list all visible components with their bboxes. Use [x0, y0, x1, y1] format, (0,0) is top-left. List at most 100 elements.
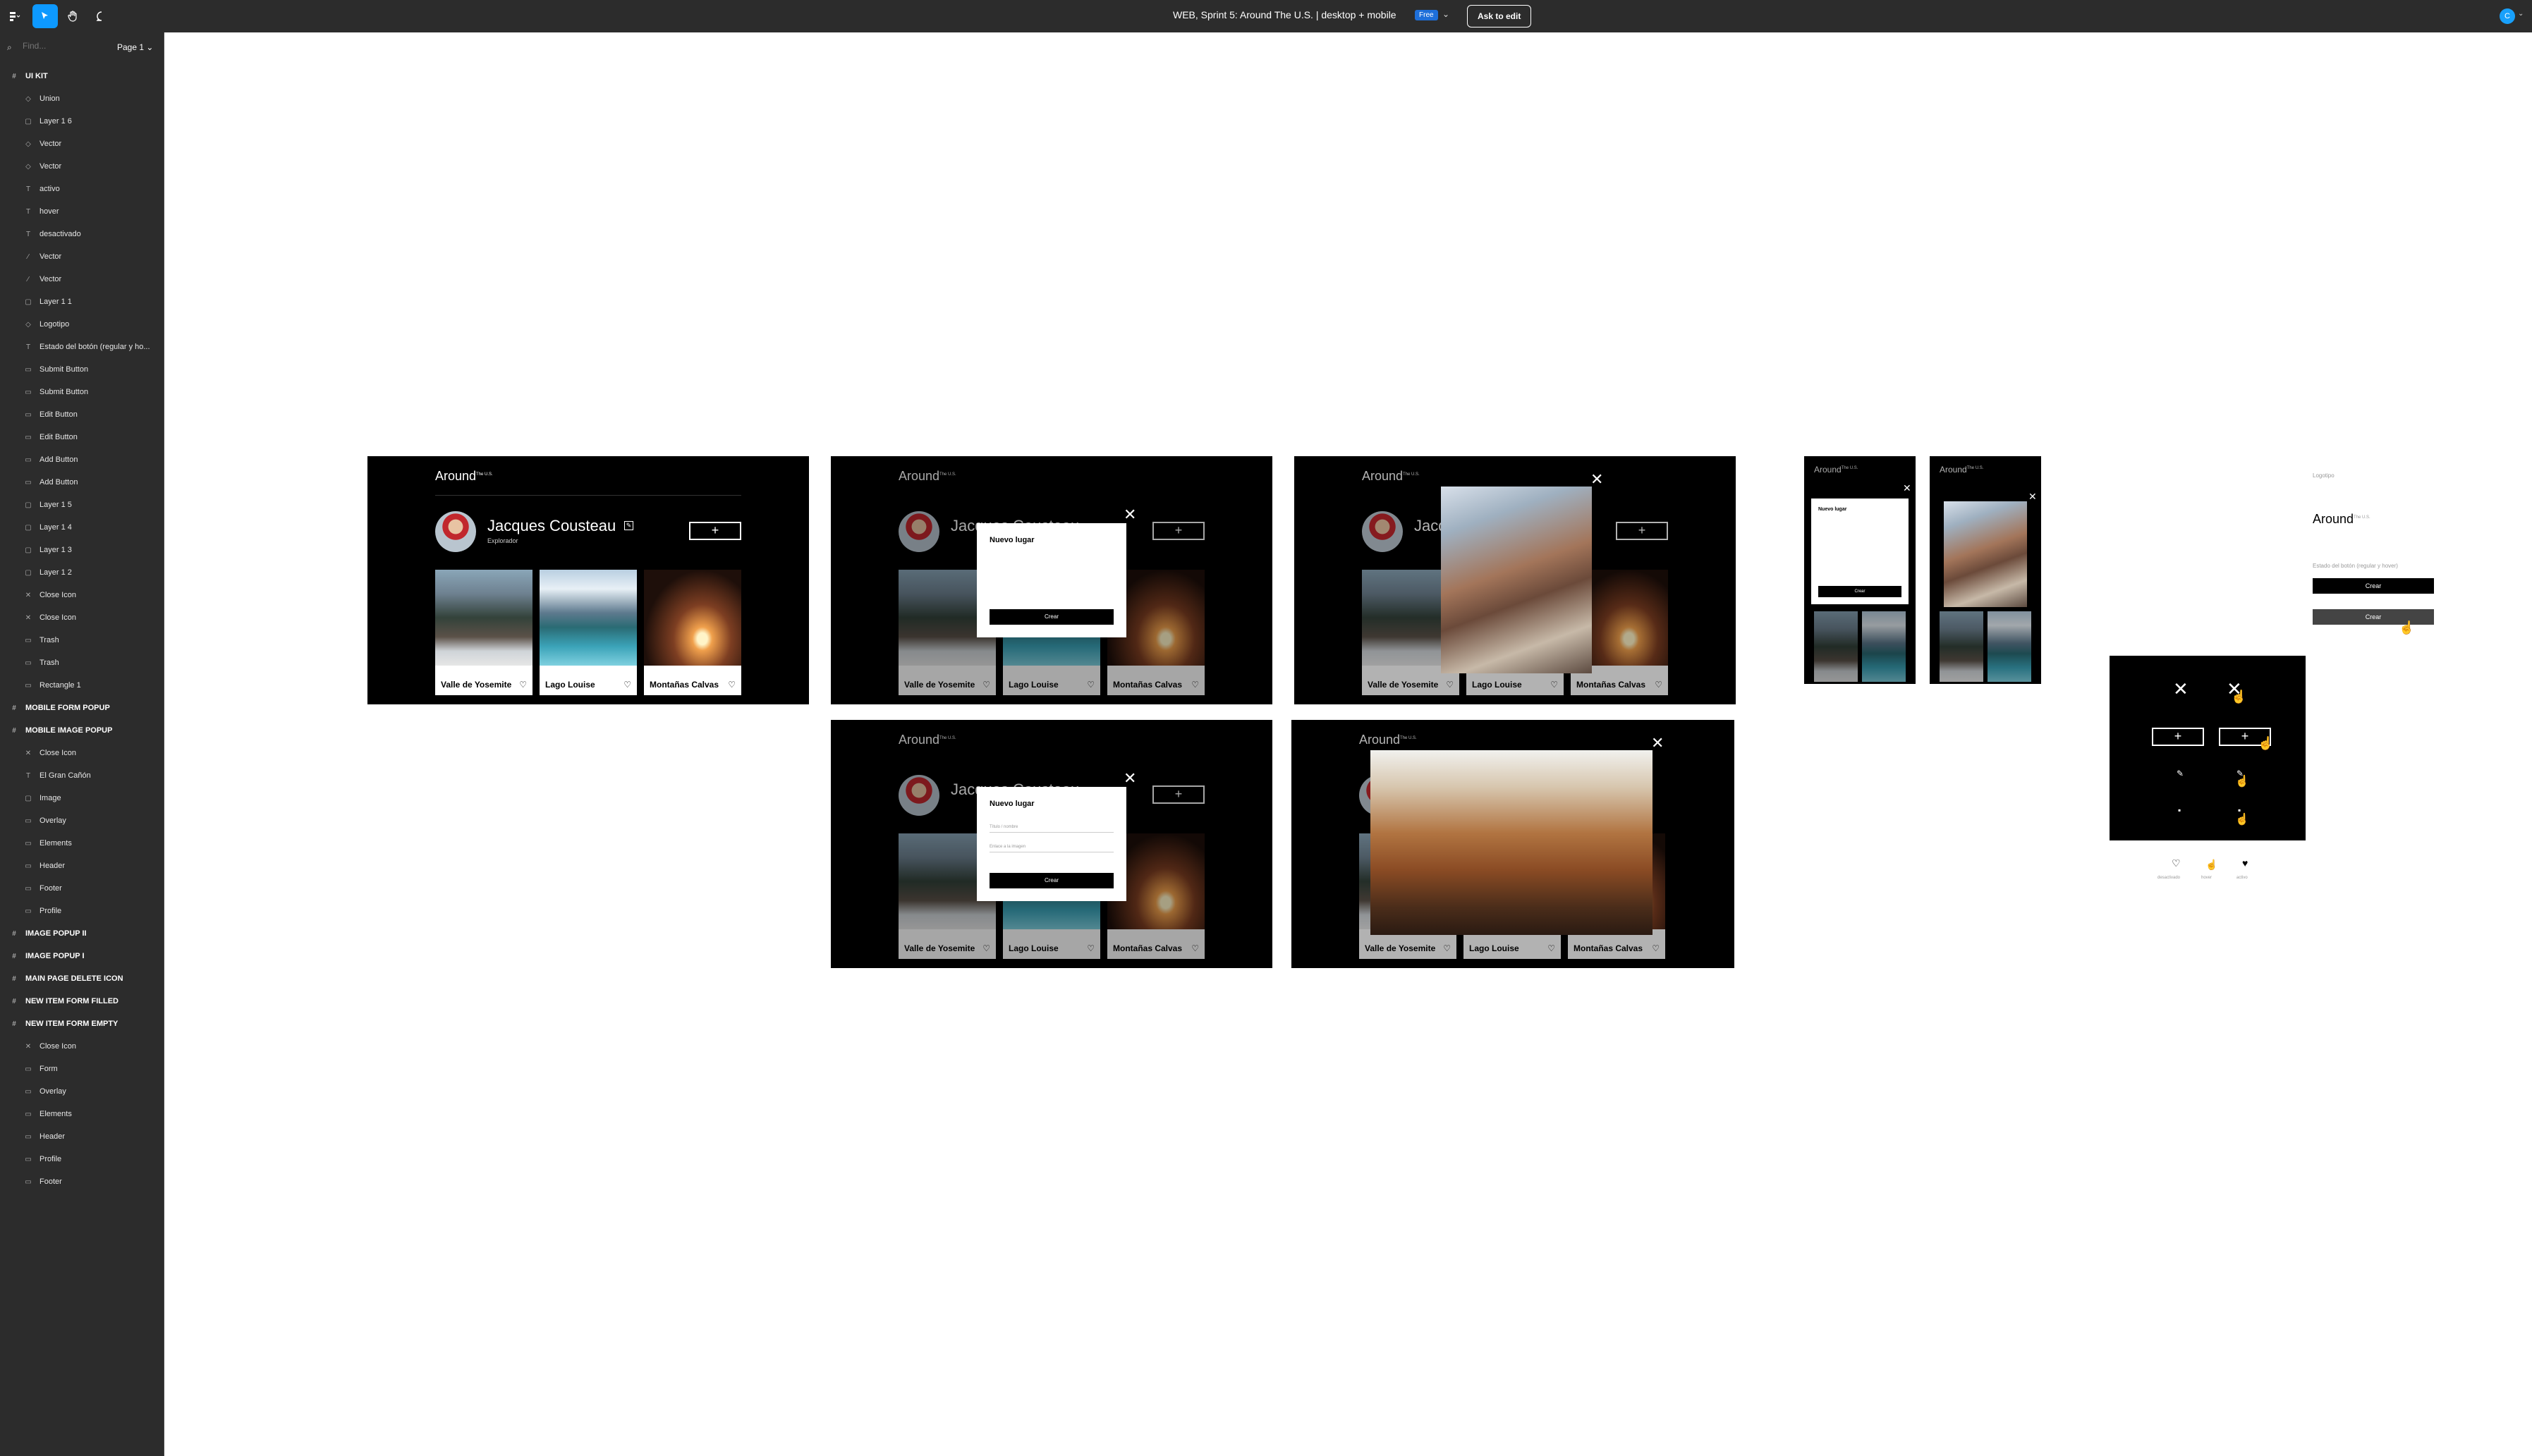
layer-label: Trash: [39, 636, 59, 644]
layer-item[interactable]: T El Gran Cañón: [0, 764, 164, 787]
layer-item[interactable]: ▭ Overlay: [0, 1080, 164, 1103]
new-item-form-empty-frame[interactable]: AroundThe U.S. Jacques Cousteau + Valle …: [831, 456, 1272, 704]
create-button[interactable]: Crear: [990, 609, 1114, 625]
layer-item[interactable]: # MAIN PAGE DELETE ICON: [0, 967, 164, 990]
layer-item[interactable]: ▭ Form: [0, 1058, 164, 1080]
layer-item[interactable]: Tdesactivado: [0, 223, 164, 245]
new-place-popup-filled[interactable]: Nuevo lugar Título / nombre Enlace a la …: [977, 787, 1126, 901]
ask-to-edit-button[interactable]: Ask to edit: [1467, 5, 1532, 27]
layer-item[interactable]: ▭ Profile: [0, 900, 164, 922]
layer-item[interactable]: # MOBILE IMAGE POPUP: [0, 719, 164, 742]
layer-item[interactable]: ▭ Header: [0, 855, 164, 877]
layer-item[interactable]: ▢ Layer 1 2: [0, 561, 164, 584]
layer-item[interactable]: ▭ Profile: [0, 1148, 164, 1170]
heart-icon[interactable]: ♡: [623, 680, 631, 690]
layer-item[interactable]: # IMAGE POPUP II: [0, 922, 164, 945]
layer-item[interactable]: ▭ Submit Button: [0, 358, 164, 381]
around-logo: AroundThe U.S.: [435, 469, 493, 483]
layer-item[interactable]: ▭ Trash: [0, 651, 164, 674]
close-icon[interactable]: ✕: [1124, 507, 1136, 522]
layer-item[interactable]: ▭ Footer: [0, 877, 164, 900]
layer-item[interactable]: ▢ Layer 1 4: [0, 516, 164, 539]
card-montanas-calvas[interactable]: Montañas Calvas ♡: [644, 570, 741, 695]
layer-item[interactable]: ▭ Edit Button: [0, 426, 164, 448]
layer-item[interactable]: # UI KIT: [0, 65, 164, 87]
layer-item[interactable]: ▭ Footer: [0, 1170, 164, 1193]
layer-item[interactable]: ∕ Vector: [0, 268, 164, 290]
layer-item[interactable]: ▭ Elements: [0, 832, 164, 855]
mobile-new-place-popup[interactable]: Nuevo lugar Crear: [1811, 498, 1909, 604]
heart-icon[interactable]: ♡: [728, 680, 736, 690]
layer-type-icon: ▭: [25, 1087, 32, 1096]
mobile-image-popup-frame[interactable]: AroundThe U.S. ✕: [1930, 456, 2041, 684]
cursor-icon: ☝: [2258, 736, 2274, 750]
image-popup-ii-frame[interactable]: AroundThe U.S. Valle de Yosemite ♡ Lago L…: [1291, 720, 1734, 968]
layer-item[interactable]: ▢ Layer 1 5: [0, 494, 164, 516]
layer-item[interactable]: ▭ Submit Button: [0, 381, 164, 403]
layer-item[interactable]: ▭ Overlay: [0, 809, 164, 832]
hand-tool-icon[interactable]: [61, 4, 86, 28]
layer-item[interactable]: ◇ Union: [0, 87, 164, 110]
heart-icon[interactable]: ♡: [519, 680, 527, 690]
layer-item[interactable]: ▢ Layer 1 1: [0, 290, 164, 313]
layer-item[interactable]: # NEW ITEM FORM EMPTY: [0, 1013, 164, 1035]
card-yosemite[interactable]: Valle de Yosemite ♡: [435, 570, 532, 695]
add-place-button[interactable]: +: [689, 522, 741, 540]
layer-type-icon: ▭: [25, 365, 32, 374]
layer-item[interactable]: ▢ Layer 1 3: [0, 539, 164, 561]
layer-item[interactable]: T Estado del botón (regular y ho...: [0, 336, 164, 358]
move-tool-icon[interactable]: [32, 4, 58, 28]
chevron-down-icon[interactable]: ⌄: [1442, 9, 1449, 19]
layer-item[interactable]: ▭ Elements: [0, 1103, 164, 1125]
layer-item[interactable]: ◇ Vector: [0, 155, 164, 178]
new-place-popup[interactable]: Nuevo lugar Crear: [977, 523, 1126, 637]
edit-profile-button[interactable]: ✎: [624, 521, 633, 530]
layer-item[interactable]: # MOBILE FORM POPUP: [0, 697, 164, 719]
layer-item[interactable]: ▢ Layer 1 6: [0, 110, 164, 133]
layer-item[interactable]: ▢ Image: [0, 787, 164, 809]
layer-label: Profile: [39, 907, 62, 915]
main-page-frame[interactable]: AroundThe U.S. Jacques Cousteau ✎ Explor…: [367, 456, 809, 704]
comment-tool-icon[interactable]: [89, 4, 114, 28]
plan-badge: Free: [1415, 10, 1438, 20]
layer-item[interactable]: ▭ Edit Button: [0, 403, 164, 426]
layer-item[interactable]: Thover: [0, 200, 164, 223]
layer-item[interactable]: ▭ Header: [0, 1125, 164, 1148]
page-selector[interactable]: Page 1 ⌄: [117, 42, 153, 52]
layer-item[interactable]: ✕ Close Icon: [0, 742, 164, 764]
design-canvas[interactable]: AroundThe U.S. Jacques Cousteau ✎ Explor…: [165, 32, 2532, 1456]
new-item-form-filled-frame[interactable]: AroundThe U.S. Jacques Cousteau + Valle …: [831, 720, 1272, 968]
main-menu-icon[interactable]: [1, 4, 27, 28]
layer-label: Elements: [39, 839, 72, 848]
layer-item[interactable]: ◇ Logotipo: [0, 313, 164, 336]
file-title[interactable]: WEB, Sprint 5: Around The U.S. | desktop…: [1173, 9, 1396, 20]
layer-label: Rectangle 1: [39, 681, 81, 690]
layer-item[interactable]: # IMAGE POPUP I: [0, 945, 164, 967]
layer-item[interactable]: ◇ Vector: [0, 133, 164, 155]
layer-item[interactable]: ▭ Add Button: [0, 448, 164, 471]
layer-item[interactable]: ▭ Add Button: [0, 471, 164, 494]
search-input[interactable]: [23, 41, 93, 51]
user-avatar[interactable]: C: [2500, 8, 2515, 24]
layer-item[interactable]: ✕ Close Icon: [0, 606, 164, 629]
layer-item[interactable]: ∕ Vector: [0, 245, 164, 268]
layer-label: IMAGE POPUP II: [25, 929, 87, 938]
image-popup-frame[interactable]: AroundThe U.S. Jacques Cousteau + Valle …: [1294, 456, 1736, 704]
crear-button-regular[interactable]: Crear: [2313, 578, 2434, 594]
layer-item[interactable]: ✕ Close Icon: [0, 1035, 164, 1058]
crear-button-hover[interactable]: Crear: [2313, 609, 2434, 625]
close-icon[interactable]: ✕: [1590, 472, 1603, 487]
layer-item[interactable]: # NEW ITEM FORM FILLED: [0, 990, 164, 1013]
card-lago-louise[interactable]: Lago Louise ♡: [540, 570, 637, 695]
mobile-form-popup-frame[interactable]: AroundThe U.S. Nuevo lugar Crear ✕: [1804, 456, 1916, 684]
chevron-down-icon[interactable]: ⌄: [2518, 10, 2524, 18]
layer-item[interactable]: ▭ Trash: [0, 629, 164, 651]
popup-image: [1441, 487, 1592, 673]
avatar[interactable]: [435, 511, 476, 552]
layer-type-icon: ▢: [25, 568, 32, 577]
search-icon: ⌕: [7, 42, 12, 52]
layer-item[interactable]: Tactivo: [0, 178, 164, 200]
layer-item[interactable]: ▭ Rectangle 1: [0, 674, 164, 697]
label-desactivado: desactivado: [2157, 876, 2181, 880]
layer-item[interactable]: ✕ Close Icon: [0, 584, 164, 606]
